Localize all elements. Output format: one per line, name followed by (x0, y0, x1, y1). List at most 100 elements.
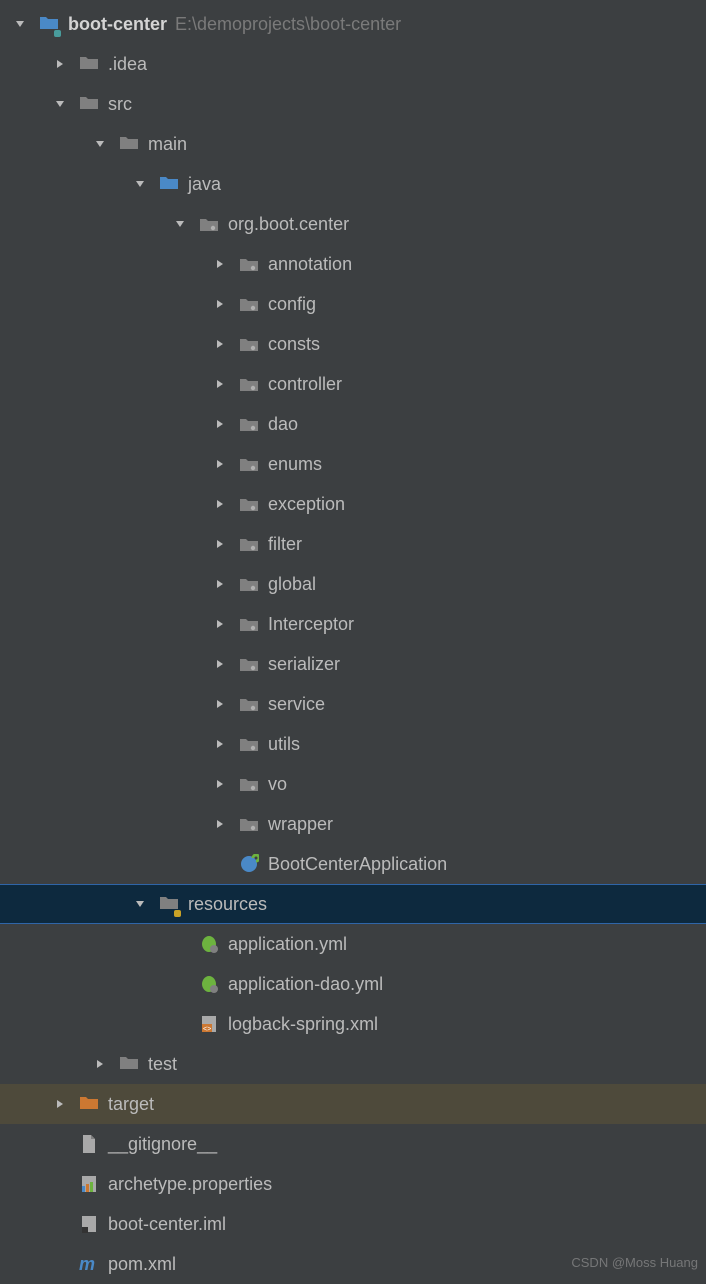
chevron-right-icon[interactable] (210, 298, 230, 310)
tree-item-label: __gitignore__ (108, 1134, 217, 1155)
tree-item-label: boot-center.iml (108, 1214, 226, 1235)
tree-item-label: src (108, 94, 132, 115)
package-icon (238, 333, 260, 355)
tree-item-label: config (268, 294, 316, 315)
tree-item-label: Interceptor (268, 614, 354, 635)
chevron-right-icon[interactable] (50, 1098, 70, 1110)
tree-item-label: global (268, 574, 316, 595)
tree-item-label: main (148, 134, 187, 155)
chevron-right-icon[interactable] (210, 538, 230, 550)
chevron-right-icon[interactable] (210, 698, 230, 710)
tree-row[interactable]: boot-center.iml (0, 1204, 706, 1244)
package-icon (238, 653, 260, 675)
tree-row[interactable]: resources (0, 884, 706, 924)
package-icon (238, 373, 260, 395)
tree-row[interactable]: target (0, 1084, 706, 1124)
tree-item-label: boot-center (68, 14, 167, 35)
package-icon (238, 813, 260, 835)
chevron-right-icon[interactable] (210, 818, 230, 830)
project-tree[interactable]: boot-centerE:\demoprojects\boot-center .i… (0, 0, 706, 1284)
package-icon (238, 453, 260, 475)
tree-row[interactable]: config (0, 284, 706, 324)
chevron-right-icon[interactable] (210, 498, 230, 510)
package-icon (198, 213, 220, 235)
tree-item-label: org.boot.center (228, 214, 349, 235)
chevron-right-icon[interactable] (210, 658, 230, 670)
tree-row[interactable]: application-dao.yml (0, 964, 706, 1004)
tree-row[interactable]: src (0, 84, 706, 124)
tree-row[interactable]: global (0, 564, 706, 604)
chevron-right-icon[interactable] (210, 458, 230, 470)
props-icon (78, 1173, 100, 1195)
tree-row[interactable]: <>logback-spring.xml (0, 1004, 706, 1044)
chevron-right-icon[interactable] (210, 338, 230, 350)
tree-item-label: exception (268, 494, 345, 515)
iml-icon (78, 1213, 100, 1235)
tree-item-label: pom.xml (108, 1254, 176, 1275)
watermark: CSDN @Moss Huang (571, 1255, 698, 1270)
module-folder-icon (38, 13, 60, 35)
xml-icon: <> (198, 1013, 220, 1035)
tree-item-label: archetype.properties (108, 1174, 272, 1195)
tree-item-label: java (188, 174, 221, 195)
tree-row[interactable]: __gitignore__ (0, 1124, 706, 1164)
file-icon (78, 1133, 100, 1155)
package-icon (238, 613, 260, 635)
folder-icon (78, 53, 100, 75)
tree-item-label: .idea (108, 54, 147, 75)
chevron-down-icon[interactable] (10, 18, 30, 30)
tree-row[interactable]: exception (0, 484, 706, 524)
chevron-down-icon[interactable] (170, 218, 190, 230)
chevron-right-icon[interactable] (210, 738, 230, 750)
tree-row[interactable]: service (0, 684, 706, 724)
svg-text:m: m (79, 1254, 95, 1274)
tree-row[interactable]: java (0, 164, 706, 204)
tree-row[interactable]: consts (0, 324, 706, 364)
tree-row[interactable]: dao (0, 404, 706, 444)
tree-row[interactable]: wrapper (0, 804, 706, 844)
tree-row[interactable]: .idea (0, 44, 706, 84)
tree-item-label: wrapper (268, 814, 333, 835)
tree-row[interactable]: BootCenterApplication (0, 844, 706, 884)
tree-row[interactable]: controller (0, 364, 706, 404)
tree-item-label: application-dao.yml (228, 974, 383, 995)
tree-item-label: annotation (268, 254, 352, 275)
tree-row[interactable]: main (0, 124, 706, 164)
chevron-down-icon[interactable] (50, 98, 70, 110)
tree-row[interactable]: Interceptor (0, 604, 706, 644)
chevron-right-icon[interactable] (210, 418, 230, 430)
chevron-right-icon[interactable] (90, 1058, 110, 1070)
tree-row[interactable]: utils (0, 724, 706, 764)
spring-yml-icon (198, 973, 220, 995)
chevron-right-icon[interactable] (50, 58, 70, 70)
tree-row[interactable]: filter (0, 524, 706, 564)
package-icon (238, 533, 260, 555)
folder-icon (78, 93, 100, 115)
tree-row[interactable]: archetype.properties (0, 1164, 706, 1204)
tree-item-label: BootCenterApplication (268, 854, 447, 875)
chevron-down-icon[interactable] (90, 138, 110, 150)
tree-item-label: service (268, 694, 325, 715)
tree-item-label: utils (268, 734, 300, 755)
tree-row[interactable]: serializer (0, 644, 706, 684)
folder-target-icon (78, 1093, 100, 1115)
tree-row[interactable]: test (0, 1044, 706, 1084)
tree-item-label: controller (268, 374, 342, 395)
tree-row[interactable]: annotation (0, 244, 706, 284)
tree-item-label: target (108, 1094, 154, 1115)
spring-yml-icon (198, 933, 220, 955)
chevron-down-icon[interactable] (130, 898, 150, 910)
tree-row[interactable]: org.boot.center (0, 204, 706, 244)
chevron-right-icon[interactable] (210, 578, 230, 590)
tree-row[interactable]: application.yml (0, 924, 706, 964)
chevron-down-icon[interactable] (130, 178, 150, 190)
chevron-right-icon[interactable] (210, 778, 230, 790)
tree-row[interactable]: boot-centerE:\demoprojects\boot-center (0, 4, 706, 44)
tree-item-label: application.yml (228, 934, 347, 955)
tree-item-label: consts (268, 334, 320, 355)
chevron-right-icon[interactable] (210, 258, 230, 270)
chevron-right-icon[interactable] (210, 378, 230, 390)
tree-row[interactable]: vo (0, 764, 706, 804)
chevron-right-icon[interactable] (210, 618, 230, 630)
tree-row[interactable]: enums (0, 444, 706, 484)
